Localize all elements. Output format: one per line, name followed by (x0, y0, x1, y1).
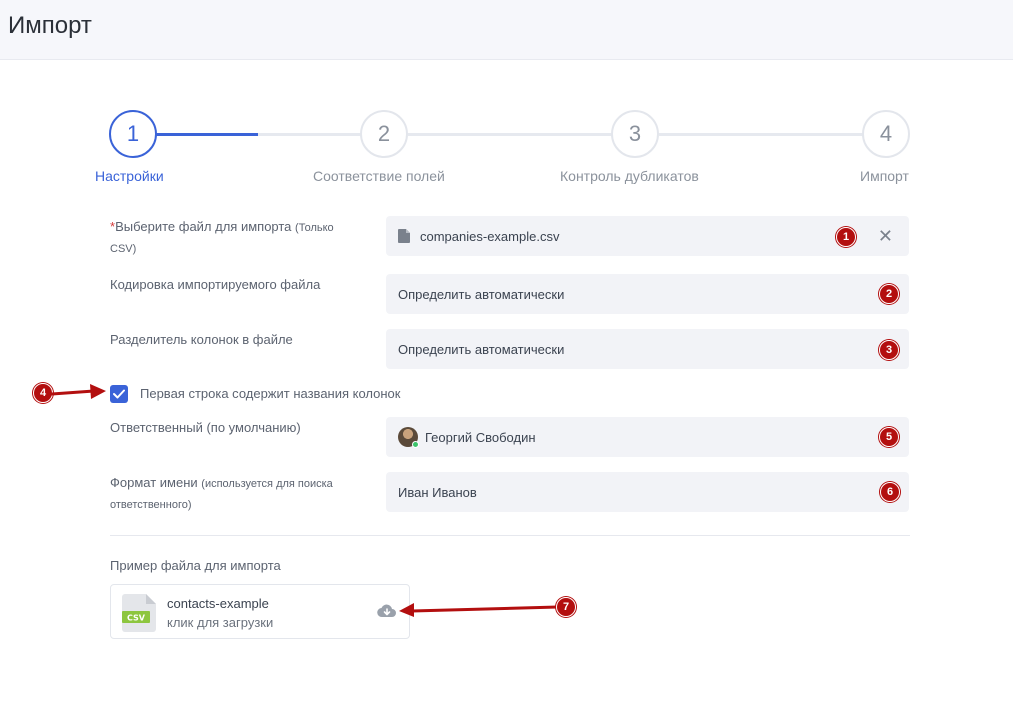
name-format-select[interactable]: Иван Иванов (386, 472, 909, 512)
step-1-circle[interactable]: 1 (109, 110, 157, 158)
annotation-badge-5: 5 (879, 427, 899, 447)
file-input[interactable]: companies-example.csv ✕ (386, 216, 909, 256)
file-icon (398, 229, 410, 243)
name-format-value: Иван Иванов (398, 484, 477, 500)
responsible-select[interactable]: Георгий Свободин (386, 417, 909, 457)
encoding-select[interactable]: Определить автоматически (386, 274, 909, 314)
encoding-value: Определить автоматически (398, 286, 565, 302)
delimiter-select[interactable]: Определить автоматически (386, 329, 909, 369)
annotation-badge-7: 7 (556, 597, 576, 617)
avatar (398, 427, 419, 448)
step-progress-line (659, 133, 863, 136)
step-4-circle[interactable]: 4 (862, 110, 910, 158)
annotation-badge-6: 6 (880, 482, 900, 502)
delimiter-label: Разделитель колонок в файле (110, 332, 293, 347)
close-icon[interactable]: ✕ (878, 227, 893, 245)
online-status-dot (412, 441, 419, 448)
csv-file-icon: CSV (122, 594, 156, 632)
annotation-arrow-icon (50, 384, 106, 399)
step-3-circle[interactable]: 3 (611, 110, 659, 158)
step-4-label[interactable]: Импорт (860, 168, 909, 184)
file-name: companies-example.csv (420, 228, 560, 244)
page-title: Импорт (8, 12, 92, 39)
encoding-label: Кодировка импортируемого файла (110, 277, 321, 292)
step-2-circle[interactable]: 2 (360, 110, 408, 158)
step-progress-line (258, 133, 362, 136)
step-1-label[interactable]: Настройки (95, 168, 164, 184)
header-row-checkbox[interactable] (110, 385, 128, 403)
annotation-badge-1: 1 (836, 227, 856, 247)
file-field-label: *Выберите файл для импорта (Только CSV) (110, 217, 360, 259)
check-icon (113, 389, 125, 399)
annotation-badge-3: 3 (879, 340, 899, 360)
sample-file-title: Пример файла для импорта (110, 558, 281, 573)
delimiter-value: Определить автоматически (398, 341, 565, 357)
cloud-download-icon[interactable] (377, 604, 397, 618)
annotation-arrow-icon (399, 603, 560, 617)
file-label-text: Выберите файл для импорта (115, 219, 292, 234)
sample-file-name: contacts-example (167, 596, 269, 611)
responsible-value: Георгий Свободин (425, 429, 536, 445)
step-progress-line-active (156, 133, 258, 136)
sample-file-download[interactable]: CSV contacts-example клик для загрузки (110, 584, 410, 639)
sample-file-hint: клик для загрузки (167, 615, 274, 630)
name-format-label: Формат имени (используется для поиска от… (110, 473, 370, 515)
step-3-label[interactable]: Контроль дубликатов (560, 168, 699, 184)
header-row-checkbox-label[interactable]: Первая строка содержит названия колонок (140, 386, 400, 401)
annotation-badge-2: 2 (879, 284, 899, 304)
step-2-label[interactable]: Соответствие полей (313, 168, 445, 184)
name-format-label-text: Формат имени (110, 475, 198, 490)
csv-label: CSV (127, 614, 146, 623)
responsible-label: Ответственный (по умолчанию) (110, 420, 301, 435)
page-header: Импорт (0, 0, 1013, 60)
section-divider (110, 535, 910, 536)
step-progress-line (408, 133, 612, 136)
